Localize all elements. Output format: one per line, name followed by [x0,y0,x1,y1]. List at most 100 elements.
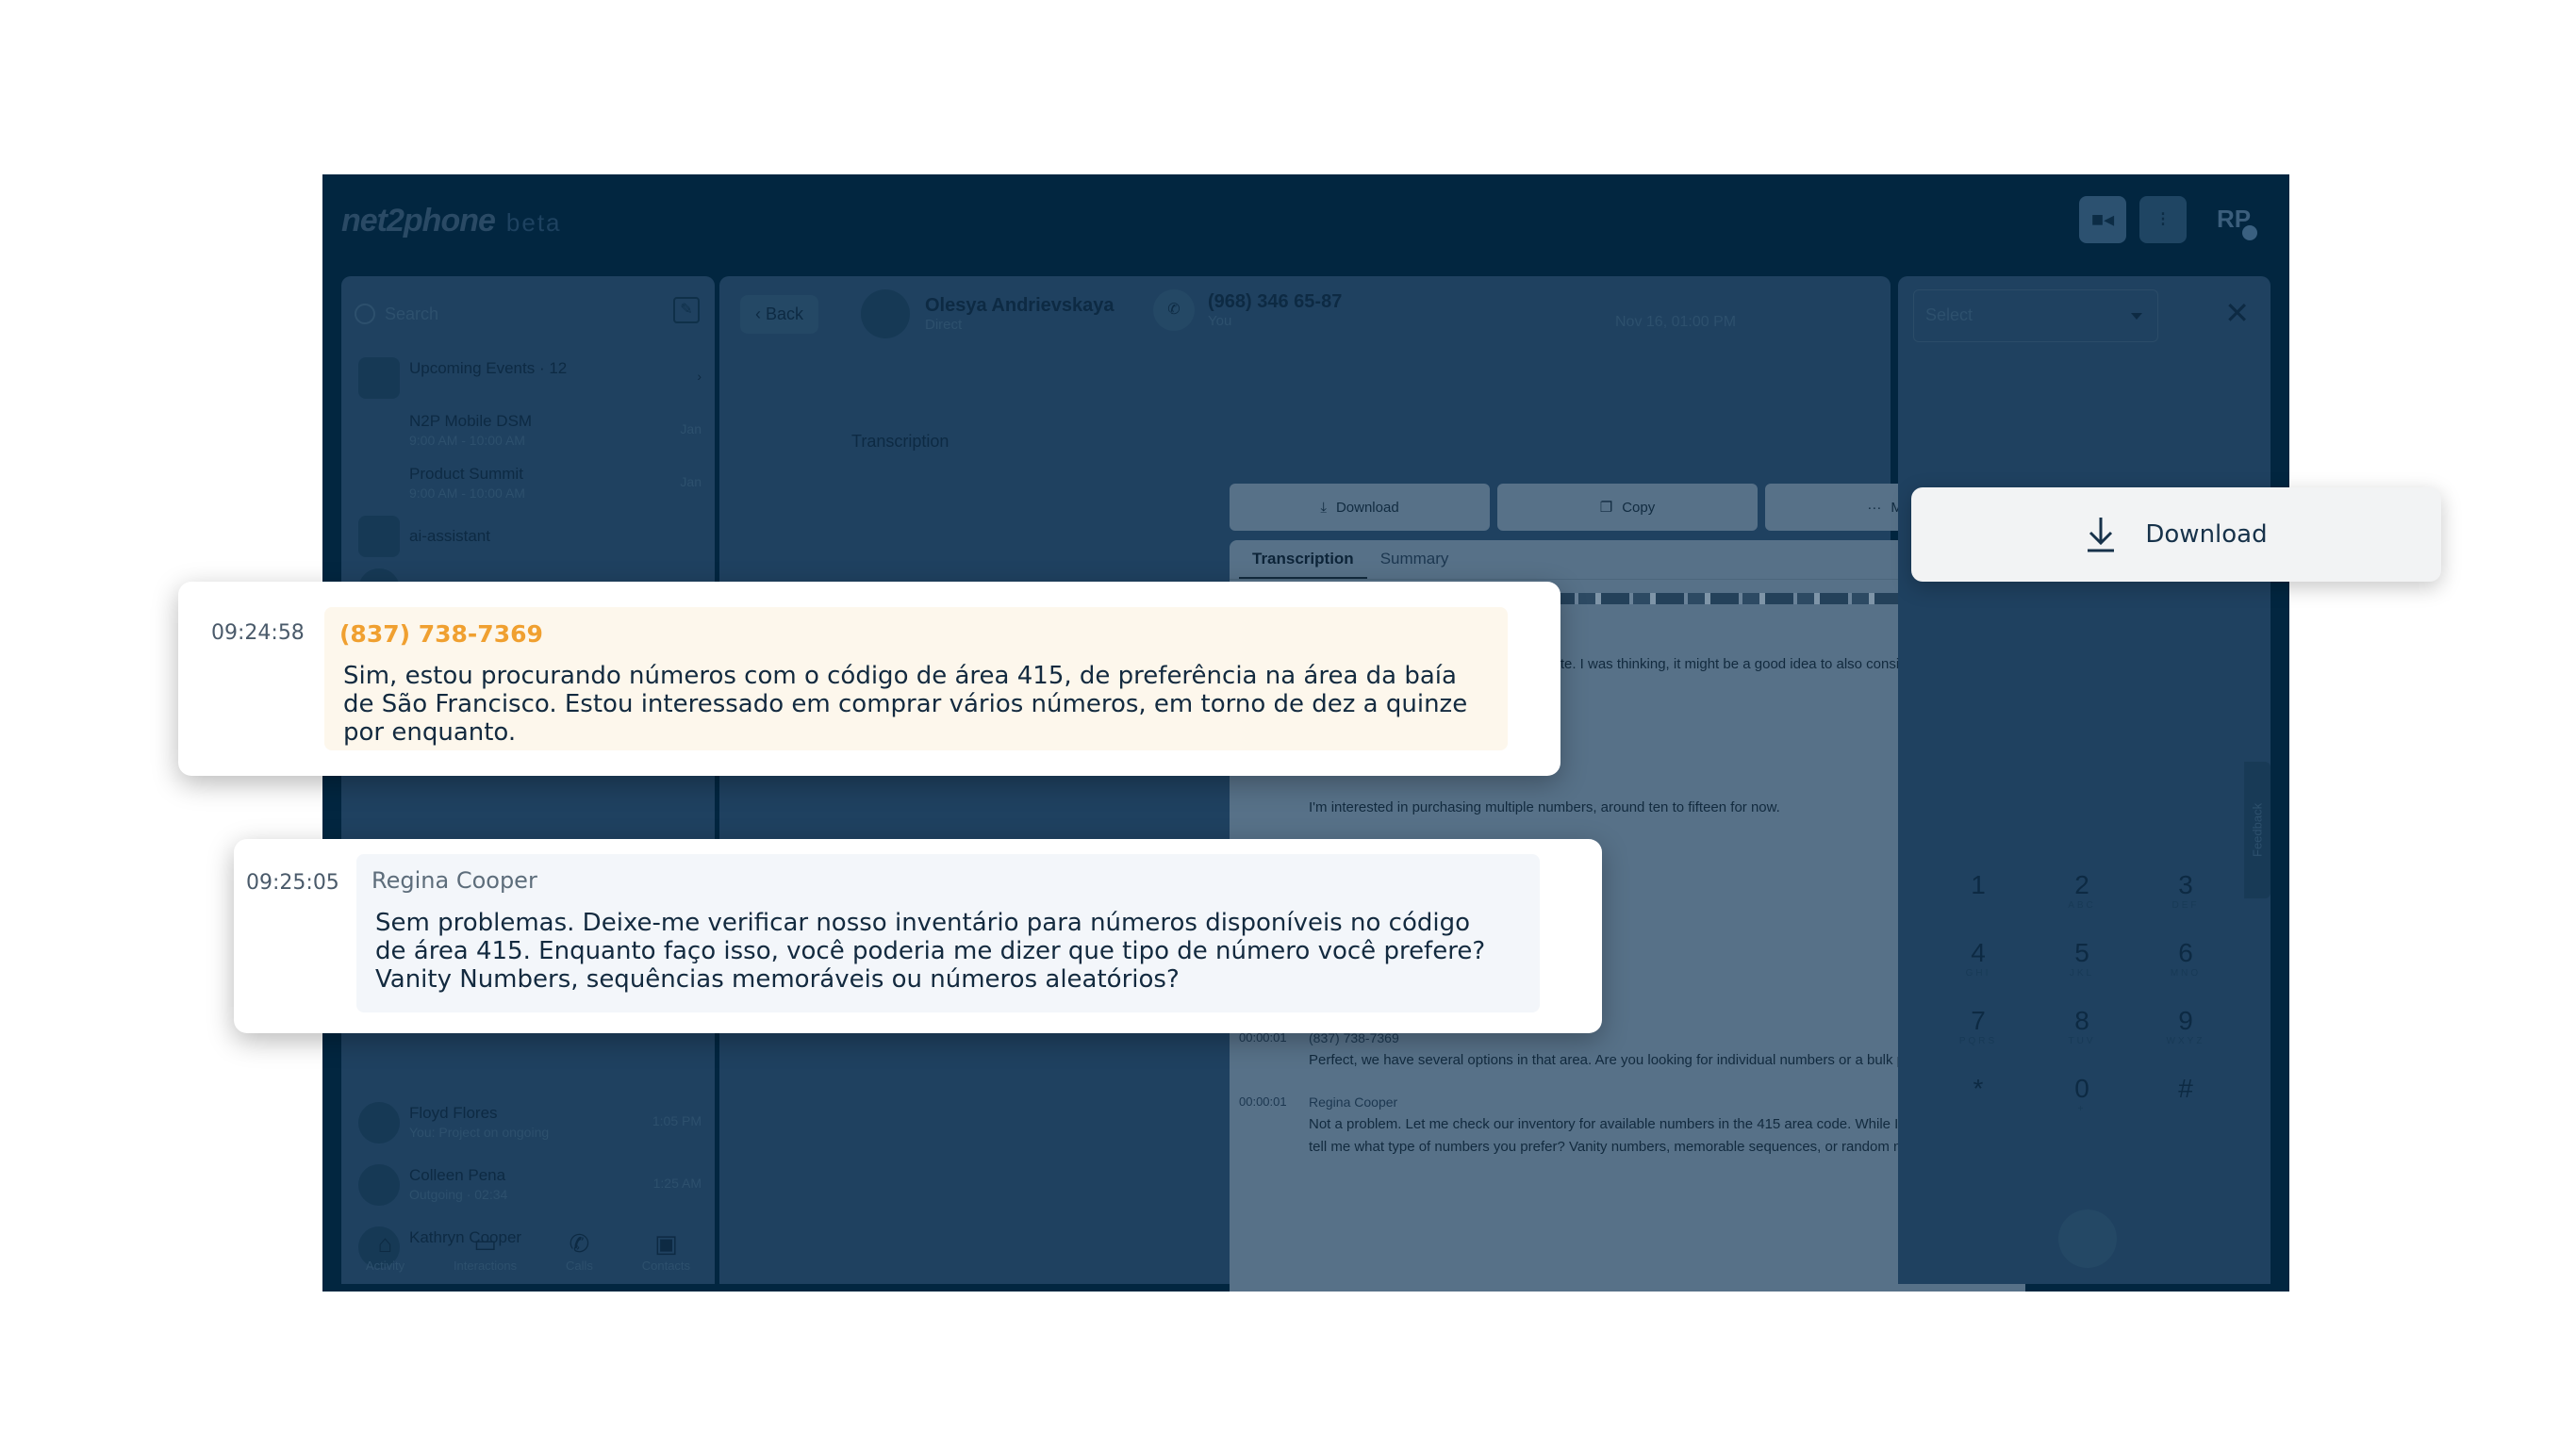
background-transcription-heading: Transcription [851,432,949,451]
dial-key-2[interactable]: 2 ABC [2030,870,2134,913]
dial-key-3[interactable]: 3 DEF [2134,870,2237,913]
caller-id-select[interactable]: Select [1913,289,2158,342]
chevron-down-icon [2131,313,2142,320]
video-call-button[interactable]: ■◂ [2079,196,2126,243]
key-letters: TUV [2068,1036,2096,1046]
item-meta: 1:25 AM [652,1176,702,1191]
nav-activity[interactable]: ⌂ Activity [366,1229,405,1273]
phone-icon: ✆ [569,1229,590,1258]
download-icon: ⤓ [1320,499,1327,516]
button-label: Download [1335,499,1399,516]
key-letters [1926,900,2030,913]
dial-key-hash[interactable]: # [2134,1074,2237,1117]
dial-key-7[interactable]: 7 PQRS [1926,1006,2030,1049]
key-letters: JKL [2069,968,2095,979]
menu-button[interactable]: ⁝ [2139,196,2187,243]
tab-summary[interactable]: Summary [1367,540,1462,579]
message-speaker: (837) 738-7369 [339,620,543,648]
key-letters: + [2077,1104,2087,1114]
feedback-tab[interactable]: Feedback [2244,762,2271,898]
key-digit: 9 [2178,1006,2193,1035]
dial-key-0[interactable]: 0 + [2030,1074,2134,1117]
tab-transcription[interactable]: Transcription [1239,540,1367,579]
key-letters [1926,1104,2030,1117]
callee-number: (968) 346 65-87 [1208,291,1343,312]
dial-key-8[interactable]: 8 TUV [2030,1006,2134,1049]
item-subtitle: 9:00 AM - 10:00 AM [409,433,525,448]
calendar-icon [358,357,400,399]
back-button[interactable]: ‹ Back [740,295,819,334]
dial-key-star[interactable]: * [1926,1074,2030,1117]
nav-label: Calls [565,1259,593,1273]
key-digit: # [2178,1074,2193,1103]
key-letters: DEF [2171,900,2200,911]
call-button[interactable] [2058,1209,2117,1268]
compose-icon[interactable]: ✎ [673,297,700,323]
item-meta: 1:05 PM [652,1113,702,1128]
copy-button[interactable]: ❐ Copy [1497,484,1758,531]
item-title: N2P Mobile DSM [409,412,533,430]
list-item[interactable]: Product Summit 9:00 AM - 10:00 AM Jan [341,457,715,510]
list-item[interactable]: ai-assistant [341,510,715,563]
contact-avatar [358,1164,400,1206]
button-label: Copy [1622,499,1656,516]
list-item[interactable]: Upcoming Events · 12 › [341,352,715,404]
phone-icon: ✆ [1153,289,1195,331]
beta-label: beta [505,208,562,237]
key-digit: 3 [2178,870,2193,899]
key-letters: MNO [2170,968,2202,979]
key-letters [2134,1104,2237,1117]
search-icon [355,304,375,324]
contact-avatar [861,289,910,338]
download-icon [2088,518,2115,552]
key-letters: WXYZ [2166,1036,2205,1046]
dial-key-1[interactable]: 1 [1926,870,2030,913]
close-icon[interactable]: ✕ [2224,295,2250,331]
transcript-highlight-card-customer: 09:24:58 (837) 738-7369 Sim, estou procu… [178,582,1560,776]
key-digit: 6 [2178,938,2193,967]
search-input[interactable]: Search [355,297,694,331]
callee-label: You [1208,313,1232,329]
nav-calls[interactable]: ✆ Calls [566,1229,593,1273]
dial-key-4[interactable]: 4 GHI [1926,938,2030,981]
dial-key-5[interactable]: 5 JKL [2030,938,2134,981]
item-meta: Jan [680,474,702,489]
dialpad: 1 2 ABC 3 DEF 4 GHI 5 JKL 6 MNO 7 PQRS 8 TUV 9W… [1926,870,2237,1117]
callee-info: ✆ (968) 346 65-87 You [1153,289,1342,331]
list-item[interactable]: Colleen Pena Outgoing · 02:34 1:25 AM [341,1159,715,1221]
key-digit: 8 [2074,1006,2089,1035]
dial-key-6[interactable]: 6 MNO [2134,938,2237,981]
status-dot [2242,225,2257,240]
nav-contacts[interactable]: ▣ Contacts [642,1229,690,1273]
user-avatar[interactable]: RP [2208,193,2259,244]
dial-key-9[interactable]: 9 WXYZ [2134,1006,2237,1049]
sidebar: Search ✎ Upcoming Events · 12 › N2P Mobi… [341,276,715,1284]
key-digit: 4 [1971,938,1986,967]
message-text: Sem problemas. Deixe-me verificar nosso … [375,909,1486,994]
download-button[interactable]: ⤓ Download [1230,484,1490,531]
contact-name: Olesya Andrievskaya [925,295,1115,316]
nav-interactions[interactable]: ▭ Interactions [454,1229,517,1273]
key-digit: 7 [1971,1006,1986,1035]
item-meta: Jan [680,421,702,436]
nav-label: Activity [365,1259,405,1273]
dialer-panel: Select ✕ 1 2 ABC 3 DEF 4 GHI 5 JKL 6 MNO 7 PQR… [1898,276,2271,1284]
key-letters: PQRS [1958,1036,1998,1046]
video-camera-icon: ■◂ [2090,207,2115,231]
more-icon: ··· [1867,499,1882,516]
message-timestamp: 09:25:05 [246,871,339,895]
list-item[interactable]: N2P Mobile DSM 9:00 AM - 10:00 AM Jan [341,404,715,457]
nav-label: Contacts [641,1259,691,1273]
copy-icon: ❐ [1599,500,1613,516]
download-label: Download [2145,520,2268,549]
chevron-right-icon: › [697,369,702,384]
chat-icon: ▭ [473,1229,497,1258]
download-callout-button[interactable]: Download [1911,487,2441,582]
nav-label: Interactions [453,1259,518,1273]
list-item[interactable]: Floyd Flores You: Project on ongoing 1:0… [341,1096,715,1159]
message-text: Sim, estou procurando números com o códi… [343,662,1468,747]
logo-text: net2phone [341,203,496,239]
item-title: ai-assistant [409,527,490,545]
menu-icon: ⁝ [2159,207,2167,231]
contacts-icon: ▣ [654,1229,678,1258]
